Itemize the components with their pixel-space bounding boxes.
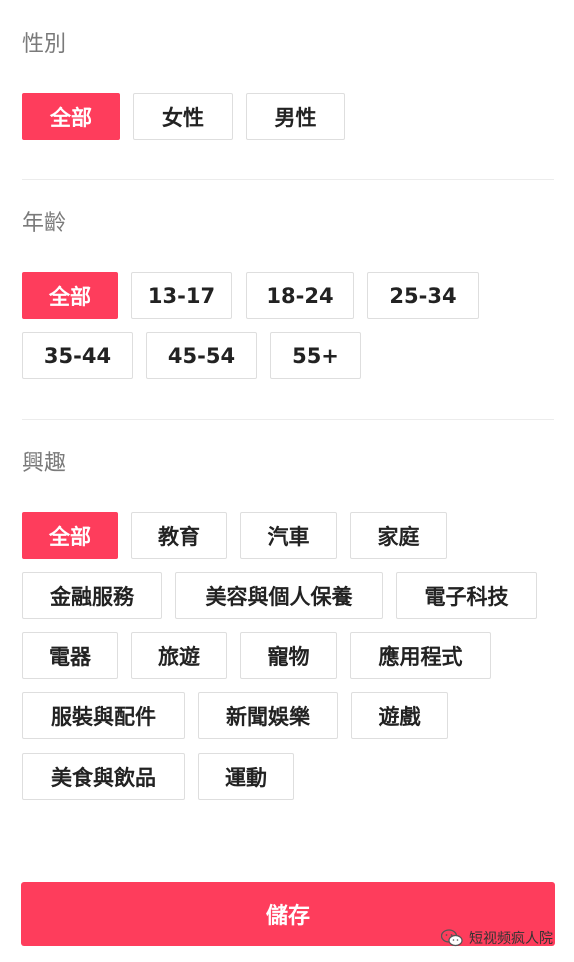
wechat-icon — [440, 929, 463, 947]
interest-option-tech[interactable]: 電子科技 — [396, 572, 537, 619]
interest-section-title: 興趣 — [22, 451, 67, 476]
interest-option-beauty[interactable]: 美容與個人保養 — [175, 572, 383, 619]
age-option-18-24[interactable]: 18-24 — [246, 272, 354, 319]
gender-option-male[interactable]: 男性 — [246, 93, 345, 140]
section-divider — [22, 419, 554, 420]
age-option-45-54[interactable]: 45-54 — [146, 332, 257, 379]
age-option-13-17[interactable]: 13-17 — [131, 272, 232, 319]
interest-option-news[interactable]: 新聞娛樂 — [198, 692, 338, 739]
age-section-title: 年齡 — [22, 211, 67, 236]
age-option-55-plus[interactable]: 55+ — [270, 332, 361, 379]
interest-option-apps[interactable]: 應用程式 — [350, 632, 491, 679]
interest-option-all[interactable]: 全部 — [22, 512, 118, 559]
watermark-text: 短视频疯人院 — [469, 931, 553, 947]
gender-option-female[interactable]: 女性 — [133, 93, 233, 140]
interest-option-travel[interactable]: 旅遊 — [131, 632, 227, 679]
watermark: 短视频疯人院 — [440, 928, 553, 948]
interest-option-pets[interactable]: 寵物 — [240, 632, 337, 679]
gender-option-all[interactable]: 全部 — [22, 93, 120, 140]
age-option-35-44[interactable]: 35-44 — [22, 332, 133, 379]
gender-section-title: 性別 — [22, 32, 67, 57]
interest-option-education[interactable]: 教育 — [131, 512, 227, 559]
interest-option-family[interactable]: 家庭 — [350, 512, 447, 559]
interest-option-finance[interactable]: 金融服務 — [22, 572, 162, 619]
age-option-25-34[interactable]: 25-34 — [367, 272, 479, 319]
interest-option-sports[interactable]: 運動 — [198, 753, 294, 800]
interest-option-appliances[interactable]: 電器 — [22, 632, 118, 679]
section-divider — [22, 179, 554, 180]
interest-option-apparel[interactable]: 服裝與配件 — [22, 692, 185, 739]
interest-option-games[interactable]: 遊戲 — [351, 692, 448, 739]
interest-option-auto[interactable]: 汽車 — [240, 512, 337, 559]
interest-option-food[interactable]: 美食與飲品 — [22, 753, 185, 800]
age-option-all[interactable]: 全部 — [22, 272, 118, 319]
